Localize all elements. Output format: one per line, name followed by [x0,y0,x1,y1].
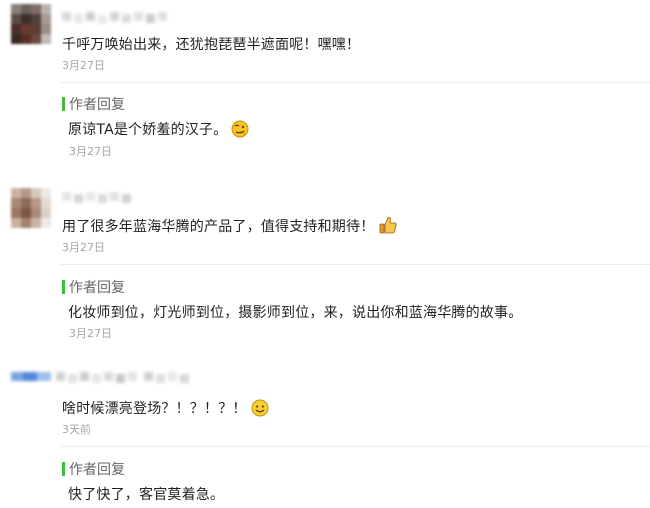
username-blurred[interactable] [62,190,134,208]
avatar[interactable] [11,188,51,228]
divider [60,446,650,447]
reply-date: 3月27日 [69,145,112,158]
comment-date: 3月27日 [62,59,105,72]
divider [60,264,650,265]
avatar[interactable] [11,371,51,385]
divider [60,82,650,83]
reply-accent-bar [62,462,65,476]
comment-text: 千呼万唤始出来，还犹抱琵琶半遮面呢！嘿嘿！ [62,37,361,53]
reply-text: 化妆师到位，灯光师到位，摄影师到位，来，说出你和蓝海华腾的故事。 [68,305,523,321]
username-blurred[interactable] [56,370,196,388]
comment-date: 3天前 [62,423,91,436]
reply-accent-bar [62,280,65,294]
reply-accent-bar [62,97,65,111]
author-reply-label: 作者回复 [69,462,125,478]
avatar[interactable] [11,4,51,44]
comment-text: 用了很多年蓝海华腾的产品了，值得支持和期待！ [62,215,398,239]
reply-date: 3月27日 [69,327,112,340]
smirk-face-icon [231,120,249,142]
reply-text: 快了快了，客官莫着急。 [68,487,225,503]
comment-text: 啥时候漂亮登场？！？！？！ [62,398,269,421]
reply-text: 原谅TA是个娇羞的汉子。 [68,119,249,142]
author-reply-label: 作者回复 [69,97,125,113]
username-blurred[interactable] [62,10,170,28]
thumbs-up-icon [378,215,398,239]
comment-date: 3月27日 [62,241,105,254]
author-reply-label: 作者回复 [69,280,125,296]
smile-face-icon [251,399,269,421]
